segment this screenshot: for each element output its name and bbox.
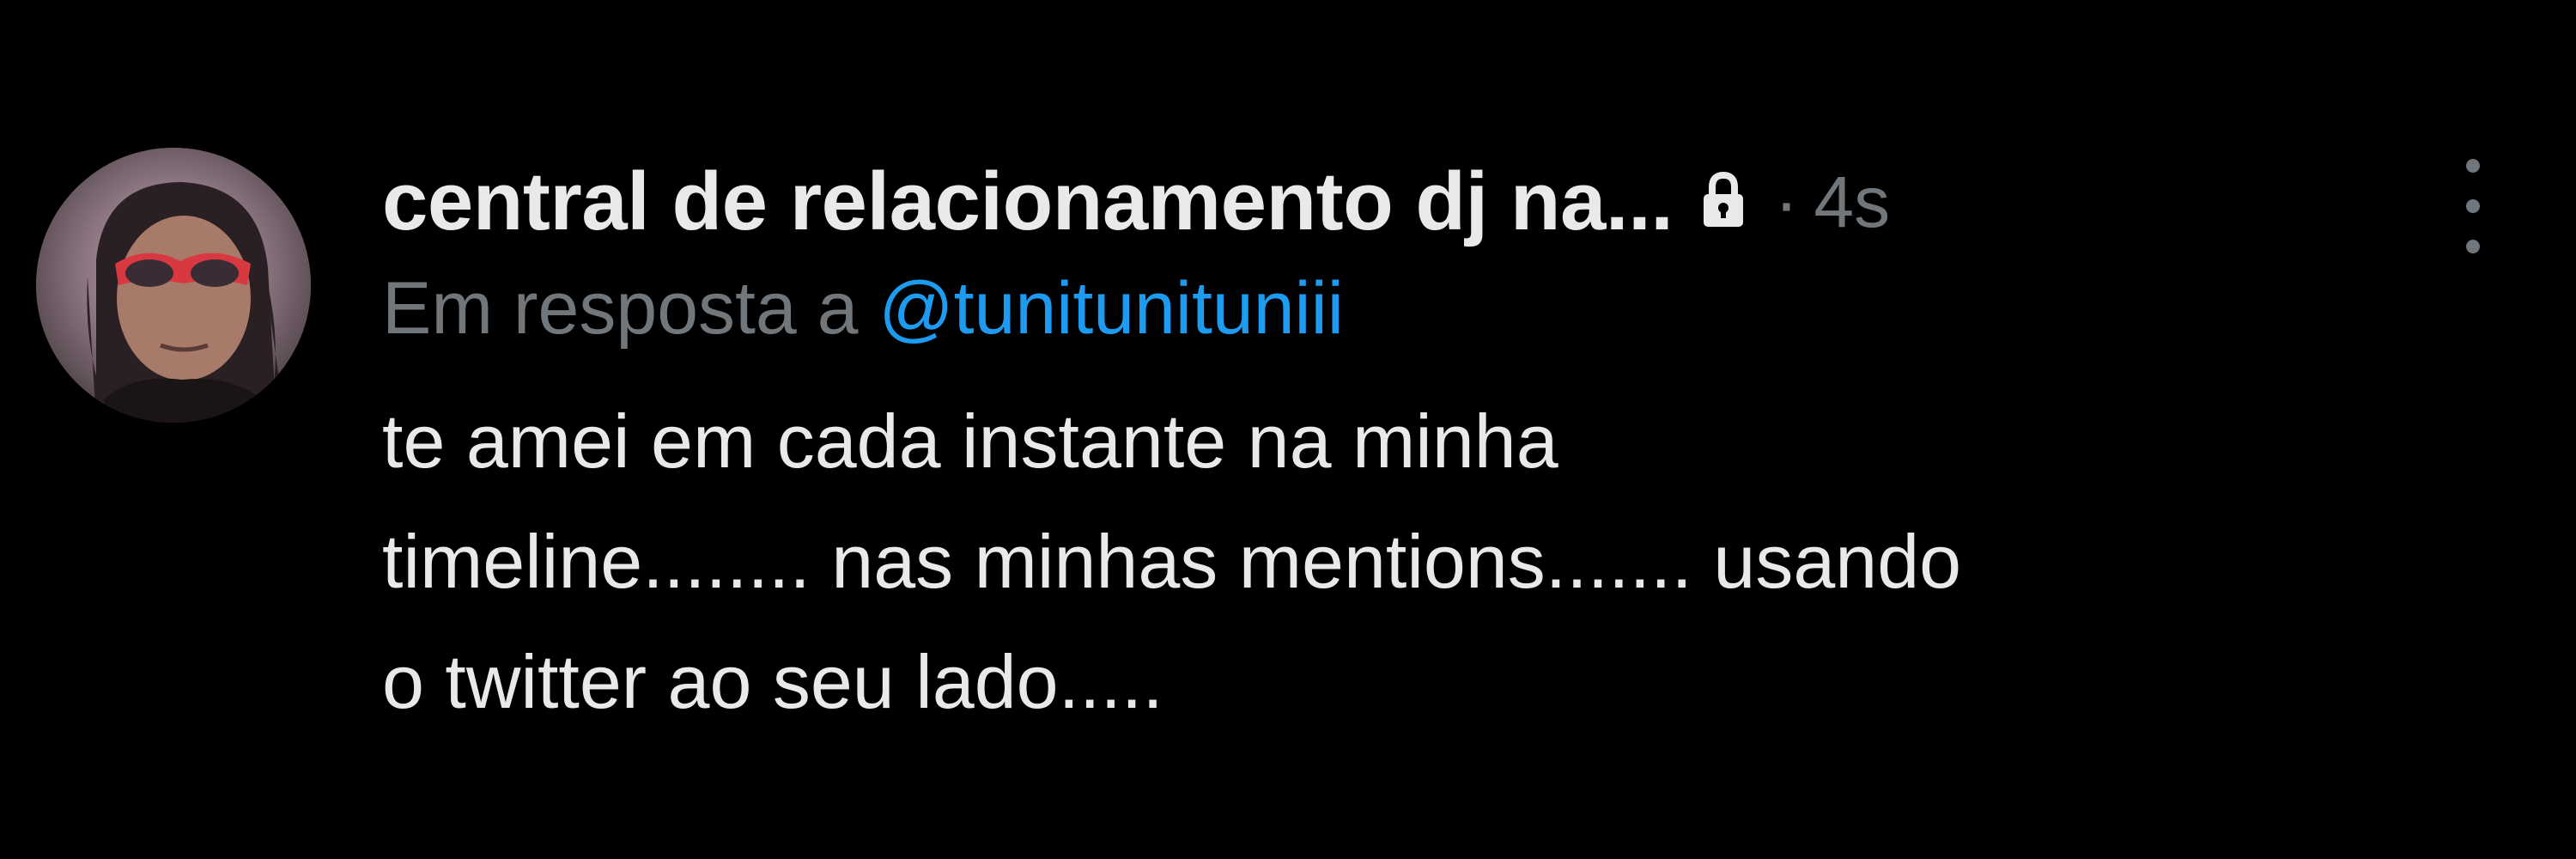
tweet[interactable]: central de relacionamento dj na... · 4s … — [0, 0, 2576, 859]
tweet-content: central de relacionamento dj na... · 4s … — [382, 146, 2520, 742]
avatar-image — [36, 148, 311, 423]
reply-context: Em resposta a @tunitunituniii — [382, 261, 2520, 356]
more-vertical-icon-dot — [2466, 240, 2480, 253]
avatar[interactable] — [36, 148, 311, 423]
more-options-button[interactable] — [2456, 159, 2490, 253]
reply-handle-link[interactable]: @tunitunituniii — [878, 267, 1344, 350]
timestamp[interactable]: 4s — [1814, 161, 1890, 244]
tweet-header: central de relacionamento dj na... · 4s — [382, 146, 2520, 258]
more-vertical-icon-dot — [2466, 199, 2480, 213]
display-name[interactable]: central de relacionamento dj na... — [382, 155, 1674, 249]
lock-icon — [1702, 171, 1745, 228]
separator-dot: · — [1774, 161, 1799, 242]
tweet-text-line: te amei em cada instante na minha — [382, 399, 1558, 484]
reply-prefix: Em resposta a — [382, 267, 859, 350]
tweet-text-line: timeline........ nas minhas mentions....… — [382, 519, 1962, 604]
tweet-text: te amei em cada instante na minha timeli… — [382, 381, 2520, 742]
more-vertical-icon-dot — [2466, 159, 2480, 173]
tweet-text-line: o twitter ao seu lado..... — [382, 639, 1163, 724]
